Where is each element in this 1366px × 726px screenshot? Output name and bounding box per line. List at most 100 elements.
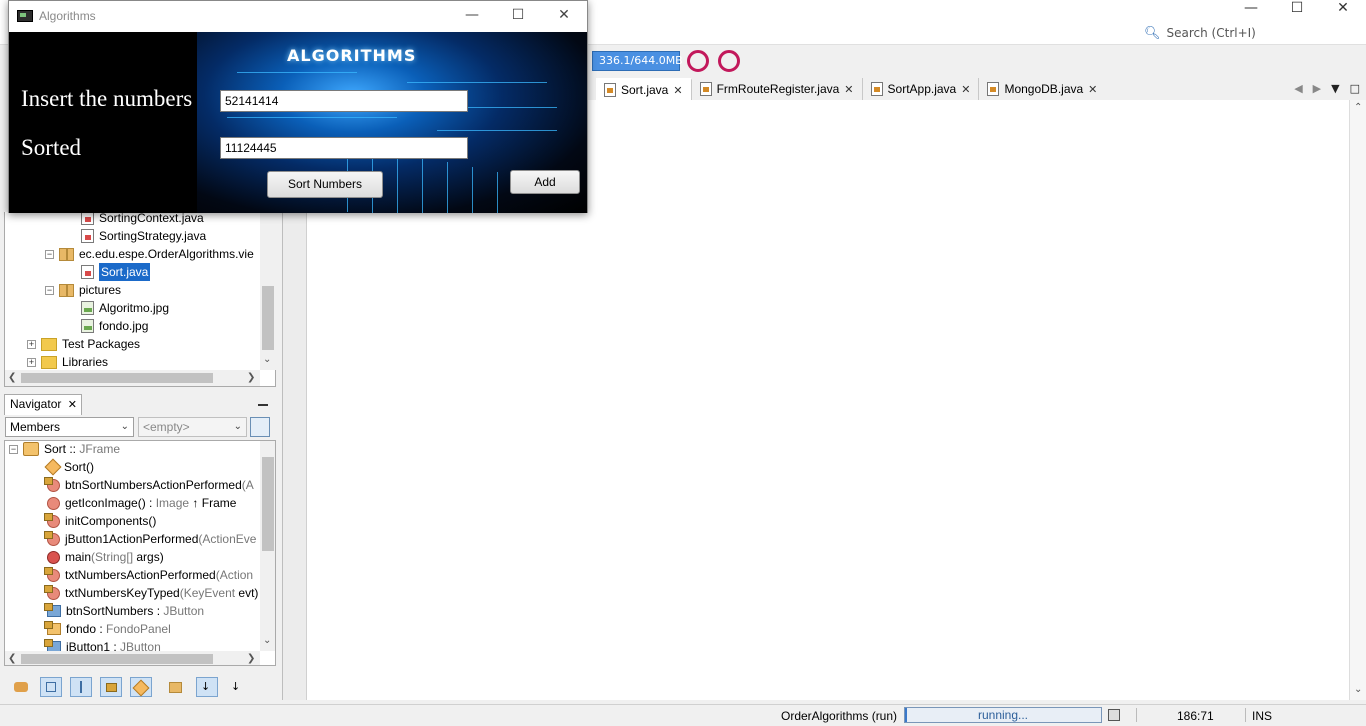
- minimize-icon[interactable]: —: [1228, 0, 1274, 16]
- sort-numbers-button[interactable]: Sort Numbers: [267, 171, 383, 198]
- collapse-icon[interactable]: −: [45, 249, 54, 259]
- close-tab-icon[interactable]: ✕: [1088, 83, 1097, 96]
- tab-sortapp-java[interactable]: SortApp.java ✕: [863, 78, 980, 100]
- scroll-tabs-left-icon[interactable]: ◀: [1294, 82, 1302, 95]
- editor-tabbar: Sort.java ✕ FrmRouteRegister.java ✕ Sort…: [596, 78, 1366, 100]
- list-item[interactable]: btnSortNumbers : JButton: [44, 602, 204, 620]
- member-extra: ↑ Frame: [189, 496, 237, 510]
- scroll-right-icon[interactable]: ❯: [247, 653, 255, 664]
- algorithms-window: Algorithms — ☐ ✕ ALGORITHMS Insert the n…: [8, 0, 588, 213]
- list-item[interactable]: main(String[] args): [47, 548, 164, 566]
- tree-item-sort-java[interactable]: Sort.java: [81, 263, 151, 281]
- app-titlebar: Algorithms — ☐ ✕: [9, 1, 587, 32]
- scrollbar-thumb[interactable]: [262, 286, 274, 350]
- tree-item-pictures[interactable]: − pictures: [45, 281, 121, 299]
- navigator-vertical-scrollbar[interactable]: ⌄: [260, 441, 275, 651]
- profile-project-icon[interactable]: [687, 50, 709, 72]
- scroll-down-icon[interactable]: ⌄: [263, 354, 271, 365]
- navigator-tab[interactable]: Navigator ✕: [4, 394, 82, 415]
- member-detail: Image: [155, 496, 190, 510]
- show-fields-icon[interactable]: [40, 677, 62, 697]
- java-file-icon: [987, 82, 1000, 96]
- member-detail: FondoPanel: [106, 622, 171, 636]
- scrollbar-thumb[interactable]: [262, 457, 274, 551]
- list-item[interactable]: txtNumbersKeyTyped(KeyEvent evt): [44, 584, 258, 602]
- sort-by-name-icon[interactable]: ↓: [196, 677, 218, 697]
- list-item[interactable]: jButton1ActionPerformed(ActionEve: [44, 530, 257, 548]
- list-item[interactable]: initComponents(): [44, 512, 156, 530]
- navigator-options-icon[interactable]: [250, 417, 270, 437]
- scrollbar-thumb[interactable]: [21, 373, 213, 383]
- tab-sort-java[interactable]: Sort.java ✕: [596, 78, 692, 100]
- expand-icon[interactable]: +: [27, 339, 36, 349]
- projects-horizontal-scrollbar[interactable]: ❮ ❯: [5, 370, 260, 386]
- private-method-icon: [44, 476, 60, 492]
- tree-item-test-packages[interactable]: + Test Packages: [27, 335, 140, 353]
- projects-vertical-scrollbar[interactable]: ⌄: [260, 212, 276, 370]
- tab-mongodb-java[interactable]: MongoDB.java ✕: [979, 78, 1105, 100]
- close-icon[interactable]: ✕: [1320, 0, 1366, 16]
- close-tab-icon[interactable]: ✕: [844, 83, 853, 96]
- scroll-left-icon[interactable]: ❮: [8, 372, 16, 383]
- navigator-horizontal-scrollbar[interactable]: ❮ ❯: [5, 651, 260, 665]
- expand-icon[interactable]: +: [27, 357, 36, 367]
- tab-frmrouteregister-java[interactable]: FrmRouteRegister.java ✕: [692, 78, 863, 100]
- run-progress-bar[interactable]: running...: [904, 707, 1102, 723]
- scroll-tabs-right-icon[interactable]: ▶: [1313, 82, 1321, 95]
- private-method-icon: [44, 530, 60, 546]
- close-icon[interactable]: ✕: [541, 7, 587, 27]
- close-tab-icon[interactable]: ✕: [673, 84, 682, 97]
- maximize-icon[interactable]: ☐: [1274, 0, 1320, 16]
- member-name: main: [65, 550, 92, 564]
- minimize-panel-icon[interactable]: [258, 404, 268, 406]
- member-detail: (String[]: [91, 550, 137, 564]
- minimize-icon[interactable]: —: [449, 7, 495, 27]
- projects-tree[interactable]: SortingContext.java SortingStrategy.java…: [4, 211, 276, 387]
- scroll-right-icon[interactable]: ❯: [247, 372, 255, 383]
- add-button[interactable]: Add: [510, 170, 580, 194]
- memory-usage-bar[interactable]: 336.1/644.0MB: [592, 51, 683, 71]
- member-detail: (KeyEvent: [179, 586, 239, 600]
- members-filter-select[interactable]: Members ⌄: [5, 417, 134, 437]
- show-static-icon[interactable]: [70, 677, 92, 697]
- tree-item-libraries[interactable]: + Libraries: [27, 353, 108, 371]
- navigator-members-list[interactable]: − Sort :: JFrame Sort() btnSortNumbersAc…: [4, 440, 276, 666]
- maximize-window-icon[interactable]: □: [1350, 82, 1360, 95]
- collapse-icon[interactable]: −: [9, 444, 18, 454]
- scope-select[interactable]: <empty> ⌄: [138, 417, 247, 437]
- list-item[interactable]: txtNumbersActionPerformed(Action: [44, 566, 253, 584]
- close-tab-icon[interactable]: ✕: [68, 399, 77, 411]
- navigator-root-sort[interactable]: − Sort :: JFrame: [9, 441, 120, 458]
- numbers-input[interactable]: 52141414: [220, 90, 468, 112]
- sort-by-source-icon[interactable]: ↓: [226, 677, 248, 697]
- show-opened-documents-icon[interactable]: ▼: [1331, 82, 1339, 95]
- collapse-icon[interactable]: −: [45, 285, 54, 295]
- list-item[interactable]: getIconImage() : Image ↑ Frame: [47, 494, 236, 512]
- editor-vertical-scrollbar[interactable]: ⌃ ⌄: [1349, 100, 1366, 700]
- fully-qualified-names-icon[interactable]: [164, 677, 186, 697]
- profile-memory-icon[interactable]: [718, 50, 740, 72]
- member-detail: (ActionEve: [198, 532, 257, 546]
- show-non-public-icon[interactable]: [100, 677, 122, 697]
- tree-item-algoritmo-jpg[interactable]: Algoritmo.jpg: [81, 299, 169, 317]
- scrollbar-thumb[interactable]: [21, 654, 213, 664]
- list-item[interactable]: btnSortNumbersActionPerformed(A: [44, 476, 254, 494]
- show-inner-classes-icon[interactable]: [130, 677, 152, 697]
- scroll-down-icon[interactable]: ⌄: [263, 635, 271, 646]
- close-tab-icon[interactable]: ✕: [961, 83, 970, 96]
- maximize-icon[interactable]: ☐: [495, 7, 541, 27]
- list-item[interactable]: Sort(): [44, 458, 94, 476]
- search-input[interactable]: 🔍︎ Search (Ctrl+I): [1144, 24, 1324, 42]
- stop-process-icon[interactable]: [1108, 709, 1120, 721]
- scroll-up-icon[interactable]: ⌃: [1354, 102, 1362, 113]
- member-name: txtNumbersKeyTyped: [65, 586, 180, 600]
- scroll-left-icon[interactable]: ❮: [8, 653, 16, 664]
- tree-item-label: fondo.jpg: [99, 319, 149, 333]
- show-inherited-icon[interactable]: [10, 677, 32, 697]
- scroll-down-icon[interactable]: ⌄: [1354, 684, 1362, 695]
- sorted-output-field[interactable]: 11124445: [220, 137, 468, 159]
- tree-item-fondo-jpg[interactable]: fondo.jpg: [81, 317, 148, 335]
- list-item[interactable]: fondo : FondoPanel: [44, 620, 171, 638]
- tree-item-sortingstrategy[interactable]: SortingStrategy.java: [81, 227, 206, 245]
- tree-item-view-package[interactable]: − ec.edu.espe.OrderAlgorithms.vie: [45, 245, 254, 263]
